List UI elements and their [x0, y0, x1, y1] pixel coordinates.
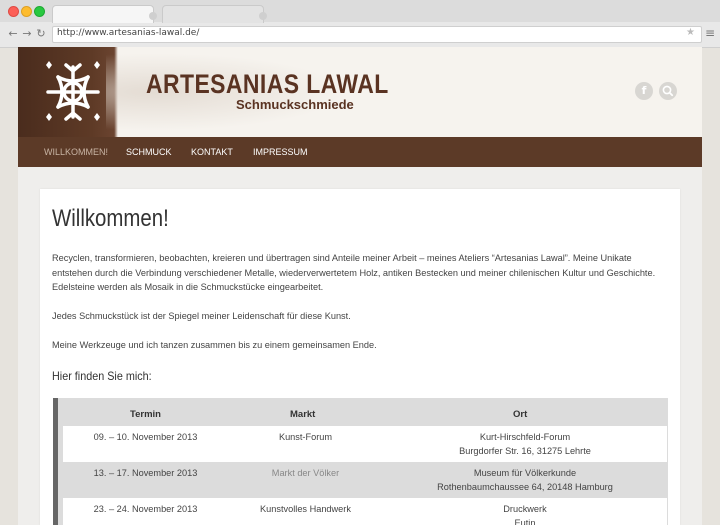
browser-menu-icon[interactable]: ≡ [705, 26, 715, 40]
browser-tab[interactable] [162, 5, 267, 23]
back-arrow-icon[interactable]: ← [6, 27, 20, 40]
reload-icon[interactable]: ↻ [34, 27, 48, 40]
cell-ort-line1: Kurt-Hirschfeld-Forum [479, 432, 571, 442]
nav-item-schmuck[interactable]: SCHMUCK [126, 147, 172, 157]
nav-item-willkommen[interactable]: WILLKOMMEN! [44, 147, 108, 157]
forward-arrow-icon[interactable]: → [20, 27, 34, 40]
table-row: 13. – 17. November 2013 Markt der Völker… [63, 462, 667, 498]
cell-markt-link[interactable]: Markt der Völker [228, 466, 383, 480]
cell-markt: Kunst-Forum [278, 432, 333, 442]
column-header-markt: Markt [290, 409, 316, 420]
site-header: ARTESANIAS LAWAL Schmuckschmiede f [18, 47, 702, 137]
page-title: Willkommen! [52, 205, 169, 232]
tab-close-icon[interactable] [259, 12, 267, 20]
browser-nav-buttons: ← → ↻ [6, 27, 48, 40]
cell-termin: 13. – 17. November 2013 [93, 468, 198, 478]
tools-paragraph: Meine Werkzeuge und ich tanzen zusammen … [52, 340, 377, 350]
logo-ornament-icon[interactable] [36, 55, 110, 129]
tab-close-icon[interactable] [149, 12, 157, 20]
cell-ort-line2: Burgdorfer Str. 16, 31275 Lehrte [459, 446, 591, 456]
nav-item-impressum[interactable]: IMPRESSUM [253, 147, 308, 157]
browser-tab-active[interactable] [52, 5, 157, 23]
locations-heading: Hier finden Sie mich: [52, 369, 152, 383]
tab-bar [0, 0, 720, 23]
minimize-window-button[interactable] [21, 6, 32, 17]
bookmark-star-icon[interactable]: ★ [686, 27, 695, 38]
main-navigation: WILLKOMMEN! SCHMUCK KONTAKT IMPRESSUM [18, 137, 702, 167]
column-header-termin: Termin [130, 409, 161, 420]
site-title[interactable]: ARTESANIAS LAWAL [146, 69, 389, 100]
cell-ort-line2: Rothenbaumchaussee 64, 20148 Hamburg [437, 482, 613, 492]
search-icon[interactable] [659, 82, 677, 100]
cell-markt: Kunstvolles Handwerk [260, 504, 351, 514]
events-table: Termin Markt Ort 09. – 10. November 2013… [53, 398, 668, 525]
intro-paragraph: Recyclen, transformieren, beobachten, kr… [52, 253, 656, 292]
cell-ort-line2: Eutin [514, 518, 536, 525]
maximize-window-button[interactable] [34, 6, 45, 17]
address-bar[interactable]: http://www.artesanias-lawal.de/ ★ [52, 26, 702, 43]
cell-termin: 09. – 10. November 2013 [93, 432, 198, 442]
cell-termin: 23. – 24. November 2013 [93, 504, 198, 514]
passion-paragraph: Jedes Schmuckstück ist der Spiegel meine… [52, 311, 351, 321]
site-subtitle: Schmuckschmiede [236, 97, 354, 112]
url-text[interactable]: http://www.artesanias-lawal.de/ [57, 28, 199, 38]
table-row: 23. – 24. November 2013 Kunstvolles Hand… [63, 498, 667, 525]
close-window-button[interactable] [8, 6, 19, 17]
column-header-ort: Ort [513, 409, 528, 420]
browser-chrome: ← → ↻ http://www.artesanias-lawal.de/ ★ ≡ [0, 0, 720, 48]
table-row: 09. – 10. November 2013 Kunst-Forum Kurt… [63, 426, 667, 462]
nav-item-kontakt[interactable]: KONTAKT [191, 147, 233, 157]
facebook-icon[interactable]: f [635, 82, 653, 100]
cell-ort-line1: Druckwerk [503, 504, 547, 514]
cell-ort-line1: Museum für Völkerkunde [473, 468, 577, 478]
